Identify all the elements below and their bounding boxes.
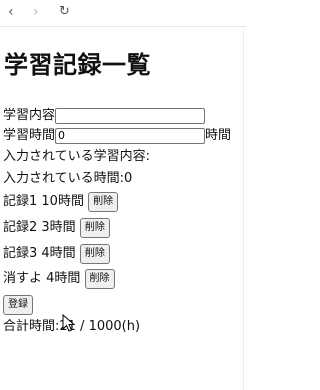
back-icon[interactable]: ‹	[8, 4, 14, 20]
page-edge-divider	[243, 28, 244, 390]
forward-icon[interactable]: ›	[33, 4, 39, 20]
entered-time-text: 入力されている時間:0	[3, 171, 133, 186]
list-item: 記録2 3時間 削除	[3, 218, 110, 239]
register-row: 登録	[3, 295, 33, 316]
time-unit-label: 時間	[205, 128, 232, 143]
time-input[interactable]	[55, 127, 206, 144]
record-text: 記録1 10時間	[3, 194, 84, 209]
delete-button[interactable]: 削除	[88, 192, 119, 212]
entered-content-text: 入力されている学習内容:	[3, 149, 150, 164]
delete-button[interactable]: 削除	[79, 218, 110, 238]
record-text: 記録3 4時間	[3, 246, 76, 261]
content-label: 学習内容	[3, 108, 56, 123]
delete-button[interactable]: 削除	[84, 269, 115, 289]
list-item: 記録1 10時間 削除	[3, 192, 119, 213]
record-text: 消すよ 4時間	[3, 271, 81, 286]
reload-icon[interactable]: ↻	[59, 4, 70, 20]
delete-button[interactable]: 削除	[79, 244, 110, 264]
time-row: 学習時間 時間	[3, 127, 231, 145]
list-item: 記録3 4時間 削除	[3, 244, 110, 265]
content-row: 学習内容	[3, 107, 206, 125]
content-input[interactable]	[55, 107, 206, 124]
mouse-cursor-icon	[62, 314, 76, 332]
list-item: 消すよ 4時間 削除	[3, 269, 115, 290]
browser-toolbar: ‹ › ↻	[0, 0, 246, 27]
page-title: 学習記録一覧	[4, 51, 151, 79]
register-button[interactable]: 登録	[3, 295, 33, 315]
time-label: 学習時間	[3, 128, 56, 143]
record-text: 記録2 3時間	[3, 220, 76, 235]
